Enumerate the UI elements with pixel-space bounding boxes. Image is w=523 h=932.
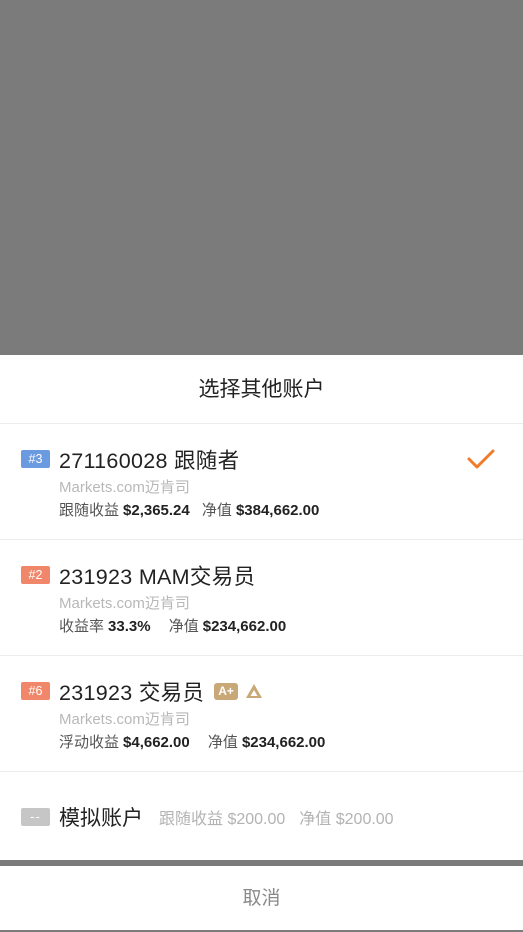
stat-label: 跟随收益	[59, 502, 120, 519]
account-stats: 浮动收益 $4,662.00 净值 $234,662.00	[59, 731, 325, 752]
sheet-title: 选择其他账户	[0, 355, 523, 424]
broker-name: Markets.com迈肯司	[59, 479, 190, 496]
account-item-231923-mam[interactable]: #2 231923 MAM交易员 Markets.com迈肯司 收益率 33.3%…	[0, 540, 523, 656]
account-stats: 收益率 33.3% 净值 $234,662.00	[59, 615, 286, 636]
stat-value: 33.3%	[108, 618, 151, 635]
cancel-bar: 取消	[0, 866, 523, 930]
account-picker-sheet: 选择其他账户 #3 271160028 跟随者 Markets.com迈肯司 跟…	[0, 355, 523, 860]
demo-equity: 净值 $200.00	[299, 811, 394, 828]
demo-follow-profit: 跟随收益 $200.00	[159, 811, 286, 828]
demo-tag: --	[21, 808, 50, 826]
rank-badge: #6	[21, 682, 50, 700]
broker-name: Markets.com迈肯司	[59, 711, 190, 728]
demo-account-name: 模拟账户	[59, 807, 143, 830]
account-name: 231923 MAM交易员	[59, 564, 256, 589]
stat-label: 收益率	[59, 618, 105, 635]
demo-account-item[interactable]: -- 模拟账户 跟随收益 $200.00 净值 $200.00	[0, 772, 523, 858]
account-stats: 跟随收益 $2,365.24 净值 $384,662.00	[59, 499, 319, 520]
account-item-231923-trader[interactable]: #6 231923 交易员 A+ Markets.com迈肯司 浮动收益 $4,6…	[0, 656, 523, 772]
stat-value: $2,365.24	[123, 502, 190, 519]
account-item-271160028[interactable]: #3 271160028 跟随者 Markets.com迈肯司 跟随收益 $2,3…	[0, 424, 523, 540]
stat-label: 净值	[168, 618, 199, 635]
cancel-button[interactable]: 取消	[0, 866, 523, 930]
stat-value: $4,662.00	[123, 734, 190, 751]
rank-badge: #3	[21, 450, 50, 468]
stat-value: $234,662.00	[241, 734, 326, 751]
stat-label: 净值	[207, 734, 238, 751]
triangle-rank-icon	[245, 684, 262, 698]
account-name: 231923 交易员	[59, 680, 205, 705]
rank-badge: #2	[21, 566, 50, 584]
stat-label: 浮动收益	[59, 734, 120, 751]
grade-badge: A+	[214, 682, 238, 700]
stat-label: 净值	[201, 502, 232, 519]
stat-value: $234,662.00	[202, 618, 287, 635]
account-name: 271160028 跟随者	[59, 448, 240, 473]
checkmark-icon	[467, 449, 495, 469]
broker-name: Markets.com迈肯司	[59, 595, 190, 612]
stat-value: $384,662.00	[235, 502, 320, 519]
modal-backdrop[interactable]	[0, 0, 523, 355]
